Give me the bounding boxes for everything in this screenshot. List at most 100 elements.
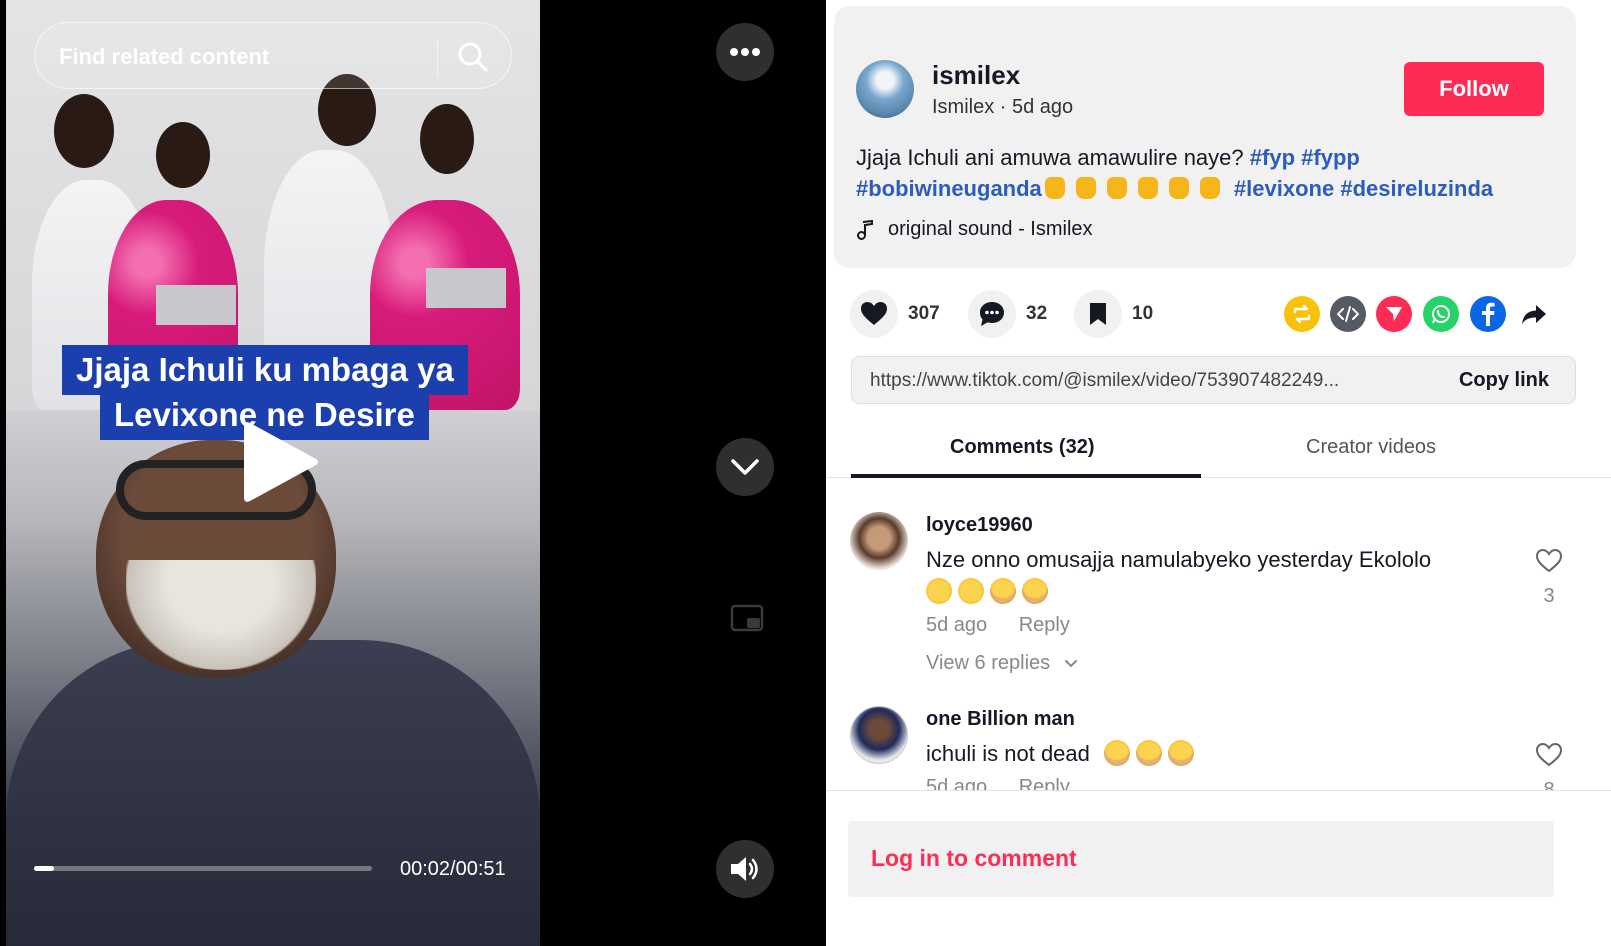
whatsapp-icon bbox=[1432, 305, 1450, 324]
share-link-text[interactable]: https://www.tiktok.com/@ismilex/video/75… bbox=[870, 370, 1410, 392]
volume-button[interactable] bbox=[716, 840, 774, 898]
repost-icon bbox=[1293, 304, 1311, 324]
send-to-friends-button[interactable] bbox=[1376, 296, 1412, 332]
robe bbox=[6, 640, 540, 946]
reply-button[interactable]: Reply bbox=[1019, 776, 1070, 790]
view-replies-label[interactable]: View 6 replies bbox=[926, 652, 1050, 674]
login-to-comment-button[interactable]: Log in to comment bbox=[848, 821, 1554, 897]
fist-emoji-icon bbox=[1137, 177, 1158, 199]
view-replies-button[interactable]: View 6 replies bbox=[926, 652, 1078, 675]
share-link-box[interactable]: https://www.tiktok.com/@ismilex/video/75… bbox=[851, 356, 1576, 404]
share-arrow-icon bbox=[1522, 305, 1546, 324]
save-count: 10 bbox=[1132, 303, 1154, 324]
tab-creator-videos[interactable]: Creator videos bbox=[1306, 436, 1436, 459]
like-button[interactable] bbox=[850, 290, 898, 338]
comment-like[interactable]: 8 bbox=[1534, 742, 1564, 790]
flushed-emoji-icon bbox=[926, 578, 952, 604]
facebook-icon bbox=[1482, 302, 1495, 326]
avatar[interactable] bbox=[856, 60, 914, 118]
laughing-emoji-icon bbox=[1022, 578, 1048, 604]
progress-bar[interactable] bbox=[34, 866, 372, 871]
beard bbox=[126, 560, 316, 670]
heart-outline-icon[interactable] bbox=[1535, 742, 1563, 768]
person-head bbox=[156, 122, 210, 188]
panel-tabs: Comments (32) Creator videos bbox=[826, 420, 1611, 478]
copy-link-button[interactable]: Copy link bbox=[1459, 369, 1549, 392]
more-icon bbox=[730, 48, 760, 56]
save-button[interactable] bbox=[1074, 290, 1122, 338]
author-card: ismilex Ismilex · 5d ago Follow Jjaja Ic… bbox=[834, 6, 1576, 268]
next-video-button[interactable] bbox=[716, 438, 774, 496]
laughing-emoji-icon bbox=[1136, 740, 1163, 766]
search-input[interactable]: Find related content bbox=[59, 44, 269, 70]
comment-username[interactable]: loyce19960 bbox=[926, 514, 1033, 537]
caption-line-1: Jjaja Ichuli ku mbaga ya bbox=[62, 345, 468, 395]
person-head bbox=[54, 94, 114, 168]
chevron-down-icon bbox=[731, 459, 759, 475]
divider bbox=[437, 37, 438, 77]
comment-button[interactable] bbox=[968, 290, 1016, 338]
comment-like[interactable]: 3 bbox=[1534, 548, 1564, 608]
search-icon[interactable] bbox=[457, 41, 489, 73]
comment-meta: 5d ago Reply bbox=[926, 776, 1070, 790]
fist-emoji-icon bbox=[1106, 177, 1127, 199]
fist-emoji-icon bbox=[1168, 177, 1189, 199]
more-options-button[interactable] bbox=[716, 23, 774, 81]
video-description: Jjaja Ichuli ani amuwa amawulire naye? #… bbox=[856, 142, 1556, 204]
hashtag[interactable]: #fypp bbox=[1301, 145, 1360, 170]
laughing-emoji-icon bbox=[1168, 740, 1195, 766]
comment-text: Nze onno omusajja namulabyeko yesterday … bbox=[926, 544, 1506, 608]
play-icon[interactable] bbox=[242, 417, 322, 507]
whatsapp-share-button[interactable] bbox=[1423, 296, 1459, 332]
author-meta: Ismilex · 5d ago bbox=[932, 96, 1074, 118]
description-text: Jjaja Ichuli ani amuwa amawulire naye? bbox=[856, 145, 1244, 170]
comment-item: loyce19960 Nze onno omusajja namulabyeko… bbox=[850, 512, 1590, 682]
progress-fill bbox=[34, 866, 55, 871]
save-stat[interactable]: 10 bbox=[1074, 290, 1153, 338]
login-to-comment-label[interactable]: Log in to comment bbox=[871, 845, 1077, 872]
comment-stat[interactable]: 32 bbox=[968, 290, 1047, 338]
like-count: 307 bbox=[908, 303, 940, 324]
comment-like-count: 8 bbox=[1543, 779, 1555, 790]
repost-button[interactable] bbox=[1284, 296, 1320, 332]
sash bbox=[426, 268, 506, 308]
comment-item: one Billion man ichuli is not dead 5d ag… bbox=[850, 706, 1590, 790]
heart-outline-icon[interactable] bbox=[1535, 548, 1563, 574]
video-player[interactable]: Jjaja Ichuli ku mbaga ya Levixone ne Des… bbox=[6, 0, 540, 946]
search-bar[interactable]: Find related content bbox=[34, 22, 512, 89]
more-share-button[interactable] bbox=[1516, 296, 1552, 332]
facebook-share-button[interactable] bbox=[1470, 296, 1506, 332]
speaker-icon bbox=[731, 857, 758, 881]
avatar[interactable] bbox=[850, 706, 908, 764]
video-stage: Jjaja Ichuli ku mbaga ya Levixone ne Des… bbox=[0, 0, 826, 946]
comment-count: 32 bbox=[1026, 303, 1048, 324]
picture-in-picture-icon[interactable] bbox=[730, 604, 764, 634]
heart-icon bbox=[861, 302, 887, 325]
laughing-emoji-icon bbox=[1104, 740, 1131, 766]
tab-comments[interactable]: Comments (32) bbox=[950, 436, 1094, 459]
hashtag[interactable]: #fyp bbox=[1250, 145, 1295, 170]
sound-name[interactable]: original sound - Ismilex bbox=[888, 218, 1093, 241]
comment-username[interactable]: one Billion man bbox=[926, 708, 1075, 731]
timecode: 00:02/00:51 bbox=[400, 858, 506, 880]
person-head bbox=[420, 104, 474, 174]
flushed-emoji-icon bbox=[958, 578, 984, 604]
fist-emoji-icon bbox=[1075, 177, 1096, 199]
avatar[interactable] bbox=[850, 512, 908, 570]
bookmark-icon bbox=[1090, 303, 1106, 325]
reply-button[interactable]: Reply bbox=[1019, 614, 1070, 636]
music-note-icon bbox=[857, 219, 873, 240]
laughing-emoji-icon bbox=[990, 578, 1016, 604]
hashtag[interactable]: #levixone bbox=[1234, 176, 1334, 201]
embed-button[interactable] bbox=[1330, 296, 1366, 332]
comment-input-area: Log in to comment bbox=[826, 790, 1611, 946]
comment-meta: 5d ago Reply bbox=[926, 614, 1070, 637]
hashtag[interactable]: #desireluzinda bbox=[1340, 176, 1493, 201]
follow-button[interactable]: Follow bbox=[1404, 62, 1544, 116]
hashtag[interactable]: #bobiwineuganda bbox=[856, 176, 1042, 201]
sound-link[interactable]: original sound - Ismilex bbox=[856, 218, 1093, 241]
author-username[interactable]: ismilex bbox=[932, 60, 1020, 91]
comment-like-count: 3 bbox=[1543, 585, 1555, 607]
like-stat[interactable]: 307 bbox=[850, 290, 940, 338]
comment-list[interactable]: loyce19960 Nze onno omusajja namulabyeko… bbox=[826, 478, 1611, 790]
